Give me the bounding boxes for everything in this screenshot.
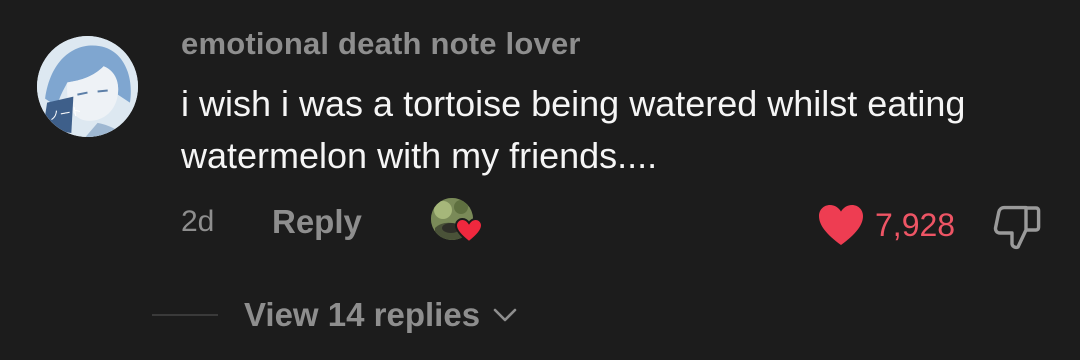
heart-icon — [819, 205, 863, 245]
reply-button[interactable]: Reply — [272, 203, 362, 241]
chevron-down-icon — [493, 308, 517, 322]
comment-username[interactable]: emotional death note lover — [181, 26, 581, 62]
anime-character-avatar-icon: ノート — [37, 36, 138, 137]
creator-liked-badge — [431, 198, 491, 248]
view-replies-button[interactable]: View 14 replies — [244, 296, 518, 334]
like-count: 7,928 — [875, 206, 956, 243]
thumbs-down-icon[interactable] — [992, 203, 1042, 251]
creator-heart-icon — [455, 218, 483, 244]
like-button[interactable]: 7,928 — [817, 200, 955, 250]
comment-text: i wish i was a tortoise being watered wh… — [181, 83, 966, 176]
replies-divider — [152, 314, 218, 316]
user-avatar[interactable]: ノート — [37, 36, 138, 137]
comment-timestamp: 2d — [181, 205, 215, 238]
view-replies-label: View 14 replies — [244, 296, 481, 333]
